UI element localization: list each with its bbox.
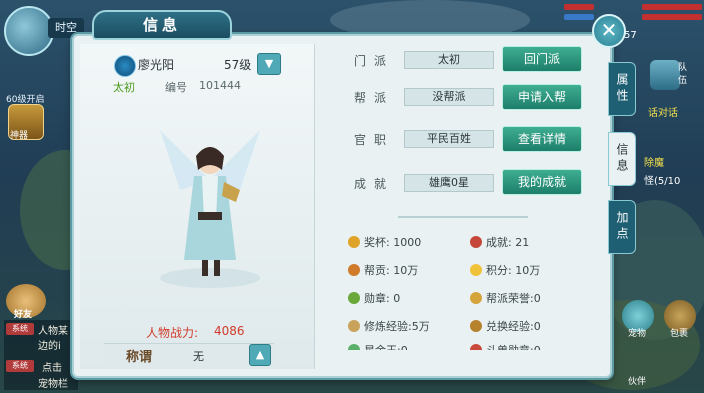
- join-guild-button[interactable]: 申请入帮: [502, 84, 582, 110]
- stat-achievement: 成就: 21: [486, 236, 530, 249]
- achievement-icon: [470, 236, 482, 248]
- panel-title: 信息: [92, 10, 232, 40]
- quest-text[interactable]: 除魔: [644, 154, 664, 169]
- chat-tag: 系统: [6, 323, 34, 335]
- arrow-up-icon[interactable]: ▲: [249, 344, 271, 366]
- trophy-icon: [348, 236, 360, 248]
- stat-medal: 勋章: 0: [364, 292, 401, 305]
- stat-points: 积分: 10万: [486, 264, 541, 277]
- guild-contribution-icon: [348, 264, 360, 276]
- stat-beast-medal: 斗兽勋章:0: [486, 342, 541, 350]
- character-level: 57级: [224, 58, 252, 72]
- row-label-achievement: 成就: [354, 177, 395, 191]
- team-icon[interactable]: [650, 60, 680, 90]
- stat-jade: 星余玉:0: [364, 342, 408, 350]
- pet-label: 宠物: [628, 329, 647, 339]
- status-bars: [562, 0, 704, 30]
- star-icon: [470, 264, 482, 276]
- chevron-down-icon[interactable]: ▼: [257, 53, 281, 75]
- player-avatar[interactable]: [4, 6, 54, 56]
- my-achievements-button[interactable]: 我的成就: [502, 169, 582, 195]
- team-label: 队伍: [678, 63, 688, 86]
- row-label-guild: 帮派: [354, 91, 395, 105]
- stat-trophy: 奖杯: 1000: [364, 236, 422, 249]
- stat-cultivation-exp: 修炼经验:5万: [364, 320, 430, 333]
- friends-label: 好友: [14, 310, 33, 320]
- power-label: 人物战力:: [146, 326, 199, 340]
- exchange-icon: [470, 320, 482, 332]
- row-label-sect: 门派: [354, 54, 395, 68]
- artifact-label: 神器: [10, 131, 29, 141]
- row-value-achievement: 雄鹰0星: [404, 174, 494, 192]
- return-sect-button[interactable]: 回门派: [502, 46, 582, 72]
- chat-line: 点击: [42, 363, 62, 374]
- row-value-guild: 没帮派: [404, 88, 494, 106]
- character-sect: 太初: [113, 81, 135, 94]
- beast-medal-icon: [470, 344, 482, 350]
- quest-progress[interactable]: 怪(5/10: [644, 172, 680, 187]
- row-label-rank: 官职: [354, 133, 395, 147]
- stat-exchange-exp: 兑换经验:0: [486, 320, 541, 333]
- stat-guild-contribution: 帮贡: 10万: [364, 264, 419, 277]
- tab-attributes[interactable]: 属性: [608, 62, 636, 116]
- tab-info[interactable]: 信息: [608, 132, 636, 186]
- medal-icon: [348, 292, 360, 304]
- guild-honor-icon: [470, 292, 482, 304]
- chat-line: 人物某: [38, 326, 68, 337]
- sect-emblem-icon: [114, 55, 136, 77]
- jade-icon: [348, 344, 360, 350]
- row-value-sect: 太初: [404, 51, 494, 69]
- power-value: 4086: [214, 324, 245, 338]
- chat-line: 边的i: [38, 341, 61, 352]
- tab-add-points[interactable]: 加点: [608, 200, 636, 254]
- close-button[interactable]: ✕: [592, 14, 626, 48]
- row-value-rank: 平民百姓: [404, 130, 494, 148]
- book-icon: [348, 320, 360, 332]
- id-label: 编号: [165, 81, 187, 94]
- character-model: [160, 130, 260, 288]
- bag-label: 包裹: [670, 329, 689, 339]
- quest-text[interactable]: 话对话: [648, 104, 678, 119]
- title-label: 称谓: [126, 350, 153, 365]
- chat-line: 宠物栏: [38, 379, 68, 390]
- divider: [398, 216, 528, 218]
- title-value: 无: [193, 350, 204, 363]
- stats-overflow-row: 星余玉:0 斗兽勋章:0: [340, 340, 600, 350]
- chat-tag: 系统: [6, 360, 34, 372]
- id-value: 101444: [199, 79, 241, 92]
- partner-label[interactable]: 伙伴: [628, 374, 646, 387]
- view-details-button[interactable]: 查看详情: [502, 126, 582, 152]
- character-name: 廖光阳: [138, 58, 175, 72]
- stat-guild-honor: 帮派荣誉:0: [486, 292, 541, 305]
